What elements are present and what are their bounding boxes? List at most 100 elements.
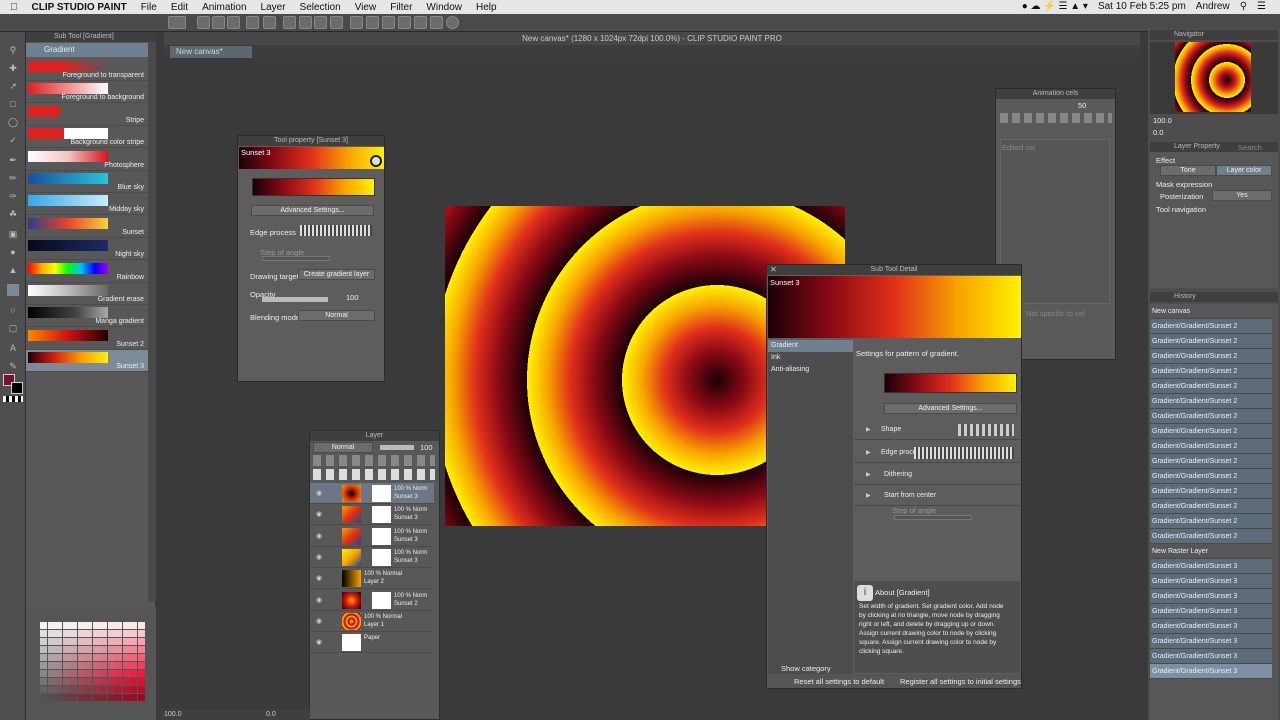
history-item[interactable]: Gradient/Gradient/Sunset 2	[1150, 349, 1272, 364]
color-chip[interactable]	[47, 670, 55, 677]
gradient-preset-item[interactable]: Foreground to background	[26, 81, 148, 104]
history-item[interactable]: Gradient/Gradient/Sunset 2	[1150, 499, 1272, 514]
color-chip[interactable]	[100, 622, 107, 629]
color-chip[interactable]	[85, 630, 92, 637]
expand-arrow-icon[interactable]: ▶	[866, 449, 871, 456]
color-chip[interactable]	[77, 622, 85, 629]
open-file-icon[interactable]	[212, 16, 225, 29]
clear-icon[interactable]	[299, 16, 312, 29]
gradient-preset-item[interactable]: Foreground to transparent	[26, 59, 148, 81]
color-chip[interactable]	[55, 630, 62, 637]
selection-edit-icon[interactable]	[382, 16, 395, 29]
color-chip[interactable]	[47, 678, 55, 685]
transparent-color-swatch[interactable]	[3, 396, 23, 402]
gradient-preset-item[interactable]: Gradient erase	[26, 283, 148, 305]
color-chip[interactable]	[92, 678, 100, 685]
color-chip[interactable]	[137, 694, 145, 701]
color-chip[interactable]	[40, 670, 47, 677]
navigator-zoom[interactable]: 100.0	[1153, 116, 1172, 125]
history-item[interactable]: Gradient/Gradient/Sunset 3	[1150, 604, 1272, 619]
layer-row[interactable]: ◉ 100 % Norm Sunset 3	[310, 526, 434, 547]
app-menu[interactable]: CLIP STUDIO PAINT	[32, 2, 127, 13]
new-file-icon[interactable]	[197, 16, 210, 29]
navigator-tab[interactable]: Navigator	[1150, 30, 1278, 40]
color-chip[interactable]	[62, 686, 70, 693]
close-icon[interactable]: ✕	[770, 265, 779, 274]
menu-help[interactable]: Help	[476, 2, 497, 13]
color-chip[interactable]	[130, 646, 137, 653]
color-chip[interactable]	[70, 638, 77, 645]
color-chip[interactable]	[115, 686, 122, 693]
color-chip[interactable]	[115, 662, 122, 669]
color-chip[interactable]	[62, 622, 70, 629]
save-icon[interactable]	[227, 16, 240, 29]
opacity-value[interactable]: 100	[346, 293, 359, 302]
history-item[interactable]: Gradient/Gradient/Sunset 2	[1150, 364, 1272, 379]
color-chip[interactable]	[92, 638, 100, 645]
eye-icon[interactable]: ◉	[316, 574, 322, 582]
color-chip[interactable]	[130, 686, 137, 693]
ruler-icon[interactable]	[398, 16, 411, 29]
color-chip[interactable]	[137, 670, 145, 677]
color-chip[interactable]	[115, 622, 122, 629]
color-chip[interactable]	[92, 686, 100, 693]
category-gradient[interactable]: Gradient	[768, 340, 853, 352]
menu-view[interactable]: View	[355, 2, 377, 13]
color-chip[interactable]	[77, 630, 85, 637]
color-chip[interactable]	[85, 646, 92, 653]
color-chip[interactable]	[40, 638, 47, 645]
color-chip[interactable]	[70, 622, 77, 629]
animation-cels-title[interactable]: Animation cels	[996, 89, 1115, 99]
color-chip[interactable]	[70, 662, 77, 669]
reset-button[interactable]: Reset all settings to default	[794, 677, 884, 686]
menu-selection[interactable]: Selection	[300, 2, 341, 13]
color-chip[interactable]	[55, 678, 62, 685]
grid-icon[interactable]	[430, 16, 443, 29]
color-chip[interactable]	[62, 638, 70, 645]
color-chip[interactable]	[62, 646, 70, 653]
clip-logo-icon[interactable]	[168, 16, 186, 29]
sub-tool-detail-title[interactable]: Sub Tool Detail	[767, 265, 1021, 275]
history-item[interactable]: Gradient/Gradient/Sunset 3	[1150, 664, 1272, 679]
color-chip[interactable]	[122, 686, 130, 693]
eye-icon[interactable]: ◉	[316, 489, 322, 497]
expand-arrow-icon[interactable]: ▶	[866, 426, 871, 433]
color-chip[interactable]	[122, 694, 130, 701]
search-icon[interactable]: ⚲	[1240, 1, 1247, 12]
color-chip[interactable]	[137, 662, 145, 669]
detail-step-of-angle-slider[interactable]	[894, 515, 972, 520]
history-item[interactable]: Gradient/Gradient/Sunset 3	[1150, 634, 1272, 649]
layer-toolbar-2[interactable]	[313, 469, 435, 480]
layer-row[interactable]: ◉ 100 % Normal Layer 2	[310, 568, 434, 590]
gradient-preset-item[interactable]: Sunset 2	[26, 328, 148, 350]
color-chip[interactable]	[137, 630, 145, 637]
gradient-preset-item[interactable]: Blue sky	[26, 171, 148, 193]
color-chip[interactable]	[70, 678, 77, 685]
detail-gradient-bar[interactable]	[884, 373, 1017, 393]
layer-row[interactable]: ◉ 100 % Normal Layer 1	[310, 611, 434, 632]
history-item[interactable]: Gradient/Gradient/Sunset 2	[1150, 409, 1272, 424]
color-chip[interactable]	[92, 646, 100, 653]
color-chip[interactable]	[122, 646, 130, 653]
sub-tool-group-gradient[interactable]: Gradient	[26, 43, 148, 57]
color-chip[interactable]	[85, 694, 92, 701]
history-item[interactable]: Gradient/Gradient/Sunset 3	[1150, 649, 1272, 664]
color-chip[interactable]	[62, 670, 70, 677]
eye-icon[interactable]: ◉	[316, 510, 322, 518]
layer-row[interactable]: ◉ 100 % Norm Sunset 3	[310, 547, 434, 568]
color-chip[interactable]	[77, 678, 85, 685]
deselect-icon[interactable]	[350, 16, 363, 29]
color-chip[interactable]	[100, 678, 107, 685]
color-chip[interactable]	[115, 678, 122, 685]
color-chip[interactable]	[130, 694, 137, 701]
color-chip[interactable]	[107, 678, 115, 685]
color-chip[interactable]	[137, 622, 145, 629]
tool-property-title[interactable]: Tool property [Sunset 3]	[238, 136, 384, 146]
color-chip[interactable]	[77, 654, 85, 661]
color-chip[interactable]	[115, 670, 122, 677]
color-chip[interactable]	[122, 654, 130, 661]
color-chip[interactable]	[137, 686, 145, 693]
transform-icon[interactable]	[283, 16, 296, 29]
color-chip[interactable]	[100, 654, 107, 661]
color-chip[interactable]	[122, 678, 130, 685]
